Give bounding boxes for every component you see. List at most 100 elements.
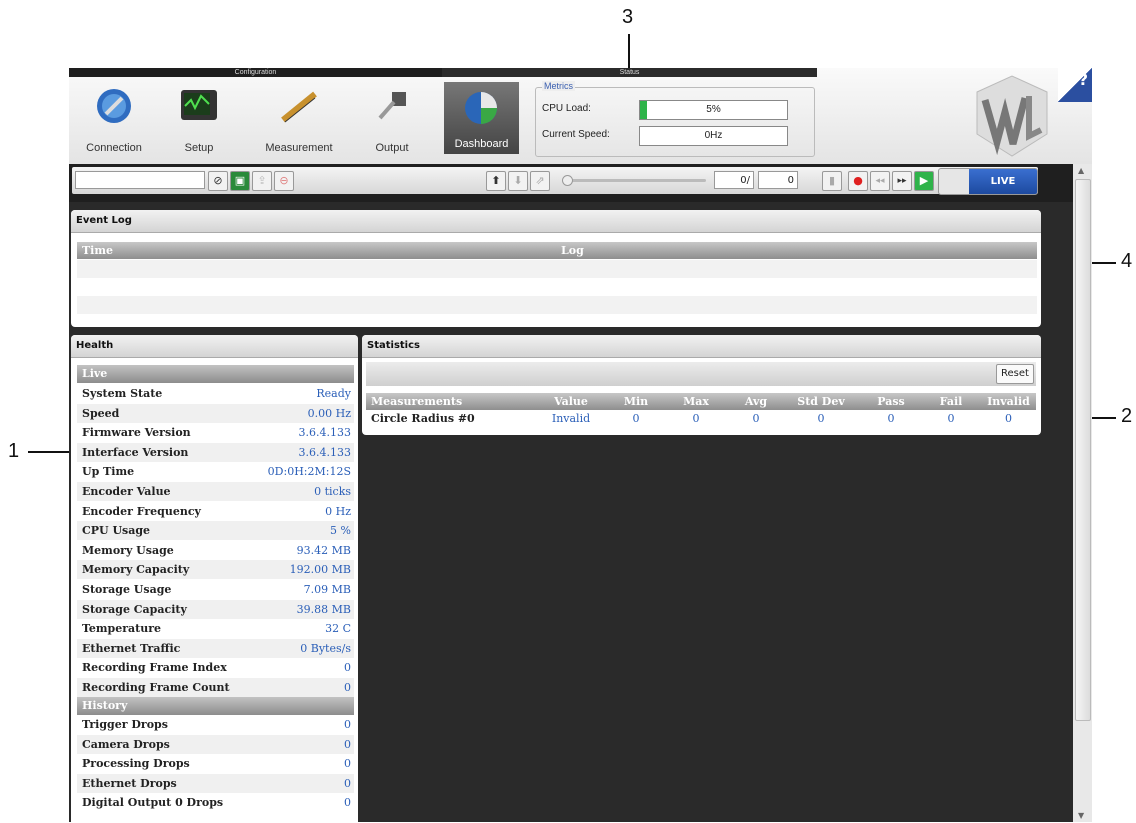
health-row-label: Encoder Frequency: [82, 504, 201, 518]
upload-icon[interactable]: ⬆: [486, 171, 506, 191]
health-row-value: 32 C: [325, 622, 351, 636]
health-row-value: 0D:0H:2M:12S: [267, 465, 351, 479]
health-row-value: 0: [344, 776, 351, 790]
job-name-input[interactable]: [75, 171, 205, 189]
health-row-label: System State: [82, 387, 163, 400]
frame-index-input[interactable]: 0/: [714, 171, 754, 189]
nav-connection-label: Connection: [86, 142, 142, 154]
health-row: Trigger Drops 0: [77, 715, 354, 734]
health-row-value: 0.00 Hz: [307, 406, 351, 420]
health-group-live: Live: [77, 365, 354, 383]
statistics-col-invalid: Invalid: [987, 395, 1030, 408]
live-toggle[interactable]: LIVE: [938, 168, 1038, 195]
health-row-value: 0: [344, 718, 351, 731]
trash-icon[interactable]: ▮: [822, 171, 842, 191]
scroll-thumb[interactable]: [1075, 179, 1091, 721]
statistics-cell: 0: [947, 412, 955, 425]
nav-setup-button[interactable]: Setup: [164, 82, 234, 154]
health-row-value: 0 Hz: [325, 504, 351, 518]
health-row-label: Up Time: [82, 465, 135, 479]
health-row-label: Memory Usage: [82, 543, 174, 557]
health-row-label: Trigger Drops: [82, 718, 168, 731]
health-row: Interface Version 3.6.4.133: [77, 442, 354, 462]
health-row: Recording Frame Index 0: [77, 658, 354, 677]
load-job-icon[interactable]: ⇪: [252, 171, 272, 191]
frame-count-input[interactable]: 0: [758, 171, 798, 189]
health-row-value: 0 ticks: [314, 485, 351, 498]
health-row: Up Time 0D:0H:2M:12S: [77, 462, 354, 481]
current-speed-box: 0Hz: [639, 126, 788, 146]
health-row: Memory Capacity 192.00 MB: [77, 560, 354, 580]
delete-job-icon[interactable]: ⊖: [274, 171, 294, 191]
callout-3: 3: [622, 6, 634, 28]
scroll-up-arrow-icon[interactable]: ▲: [1078, 166, 1084, 175]
health-row: Camera Drops 0: [77, 734, 354, 754]
event-log-col-log: Log: [561, 244, 584, 257]
health-row-label: Camera Drops: [82, 737, 170, 751]
health-row-label: CPU Usage: [82, 524, 151, 538]
help-button[interactable]: ?: [1058, 68, 1092, 102]
scroll-down-arrow-icon[interactable]: ▼: [1078, 811, 1084, 820]
statistics-cell: 0: [752, 412, 760, 425]
nav-connection-button[interactable]: Connection: [79, 82, 149, 154]
play-button[interactable]: ▶: [914, 171, 934, 191]
vertical-scrollbar[interactable]: ▲ ▼: [1073, 164, 1092, 822]
health-row: Ethernet Traffic 0 Bytes/s: [77, 638, 354, 658]
statistics-cell: 0: [1005, 412, 1012, 425]
statistics-col-measurements: Measurements: [371, 395, 463, 408]
current-speed-label: Current Speed:: [542, 129, 610, 140]
health-row: System State Ready: [77, 384, 354, 403]
health-row-value: 5 %: [330, 524, 351, 538]
statistics-col-value: Value: [554, 395, 588, 408]
health-row: Encoder Frequency 0 Hz: [77, 502, 354, 521]
clear-job-button[interactable]: ⊘: [208, 171, 228, 191]
health-row: Storage Usage 7.09 MB: [77, 580, 354, 599]
event-log-panel: Event Log Time Log: [71, 210, 1041, 327]
slider-handle[interactable]: [562, 175, 573, 186]
playback-slider[interactable]: [562, 175, 706, 186]
health-row-label: Memory Capacity: [82, 563, 190, 577]
callout-1: 1: [8, 440, 20, 462]
live-toggle-label-area: LIVE: [969, 169, 1037, 194]
nav-measurement-button[interactable]: Measurement: [264, 82, 334, 154]
statistics-col-min: Min: [623, 395, 649, 408]
health-row-label: Interface Version: [82, 445, 189, 459]
reset-button[interactable]: Reset: [996, 364, 1034, 384]
health-row-label: Recording Frame Index: [82, 661, 227, 675]
health-row-value: 0: [344, 661, 351, 675]
health-row-value: 39.88 MB: [296, 602, 351, 616]
health-row: Ethernet Drops 0: [77, 773, 354, 793]
statistics-cell: 0: [817, 412, 825, 425]
current-speed-value: 0Hz: [704, 130, 723, 141]
health-row-value: Ready: [316, 387, 351, 400]
step-back-button[interactable]: ◂◂: [870, 171, 890, 191]
statistics-cell: Circle Radius #0: [371, 412, 475, 425]
statistics-cell: 0: [632, 412, 640, 425]
health-row-label: Speed: [82, 406, 120, 420]
metrics-group: Metrics CPU Load: 5% Current Speed: 0Hz: [535, 81, 815, 157]
status-section-header: Status: [442, 68, 817, 77]
health-row-value: 0 Bytes/s: [300, 641, 351, 655]
event-log-row: [77, 260, 1037, 278]
save-job-icon[interactable]: ▣: [230, 171, 250, 191]
step-forward-button[interactable]: ▸▸: [892, 171, 912, 191]
nav-output-button[interactable]: Output: [357, 82, 427, 154]
health-row-value: 0: [344, 757, 351, 771]
download-icon[interactable]: ⬇: [508, 171, 528, 191]
record-button[interactable]: ●: [848, 171, 868, 191]
health-row-label: Recording Frame Count: [82, 681, 230, 694]
3d-logo-icon: [976, 75, 1048, 157]
health-row: Speed 0.00 Hz: [77, 403, 354, 423]
health-row-label: Digital Output 0 Drops: [82, 796, 224, 810]
metrics-legend: Metrics: [542, 81, 575, 91]
measurement-icon: [281, 91, 317, 123]
health-row: Processing Drops 0: [77, 754, 354, 773]
nav-dashboard-button[interactable]: Dashboard: [444, 82, 519, 154]
health-row: Recording Frame Count 0: [77, 678, 354, 697]
statistics-col-max: Max: [683, 395, 709, 408]
export-icon[interactable]: ⇗: [530, 171, 550, 191]
toolbar-inner: ⊘ ▣ ⇪ ⊖ ⬆ ⬇ ⇗ 0/ 0 ▮ ● ◂◂ ▸▸ ▶ LIVE: [72, 167, 1038, 195]
statistics-title: Statistics: [362, 335, 1041, 358]
statistics-col-fail: Fail: [939, 395, 963, 408]
connection-icon: [97, 89, 131, 123]
